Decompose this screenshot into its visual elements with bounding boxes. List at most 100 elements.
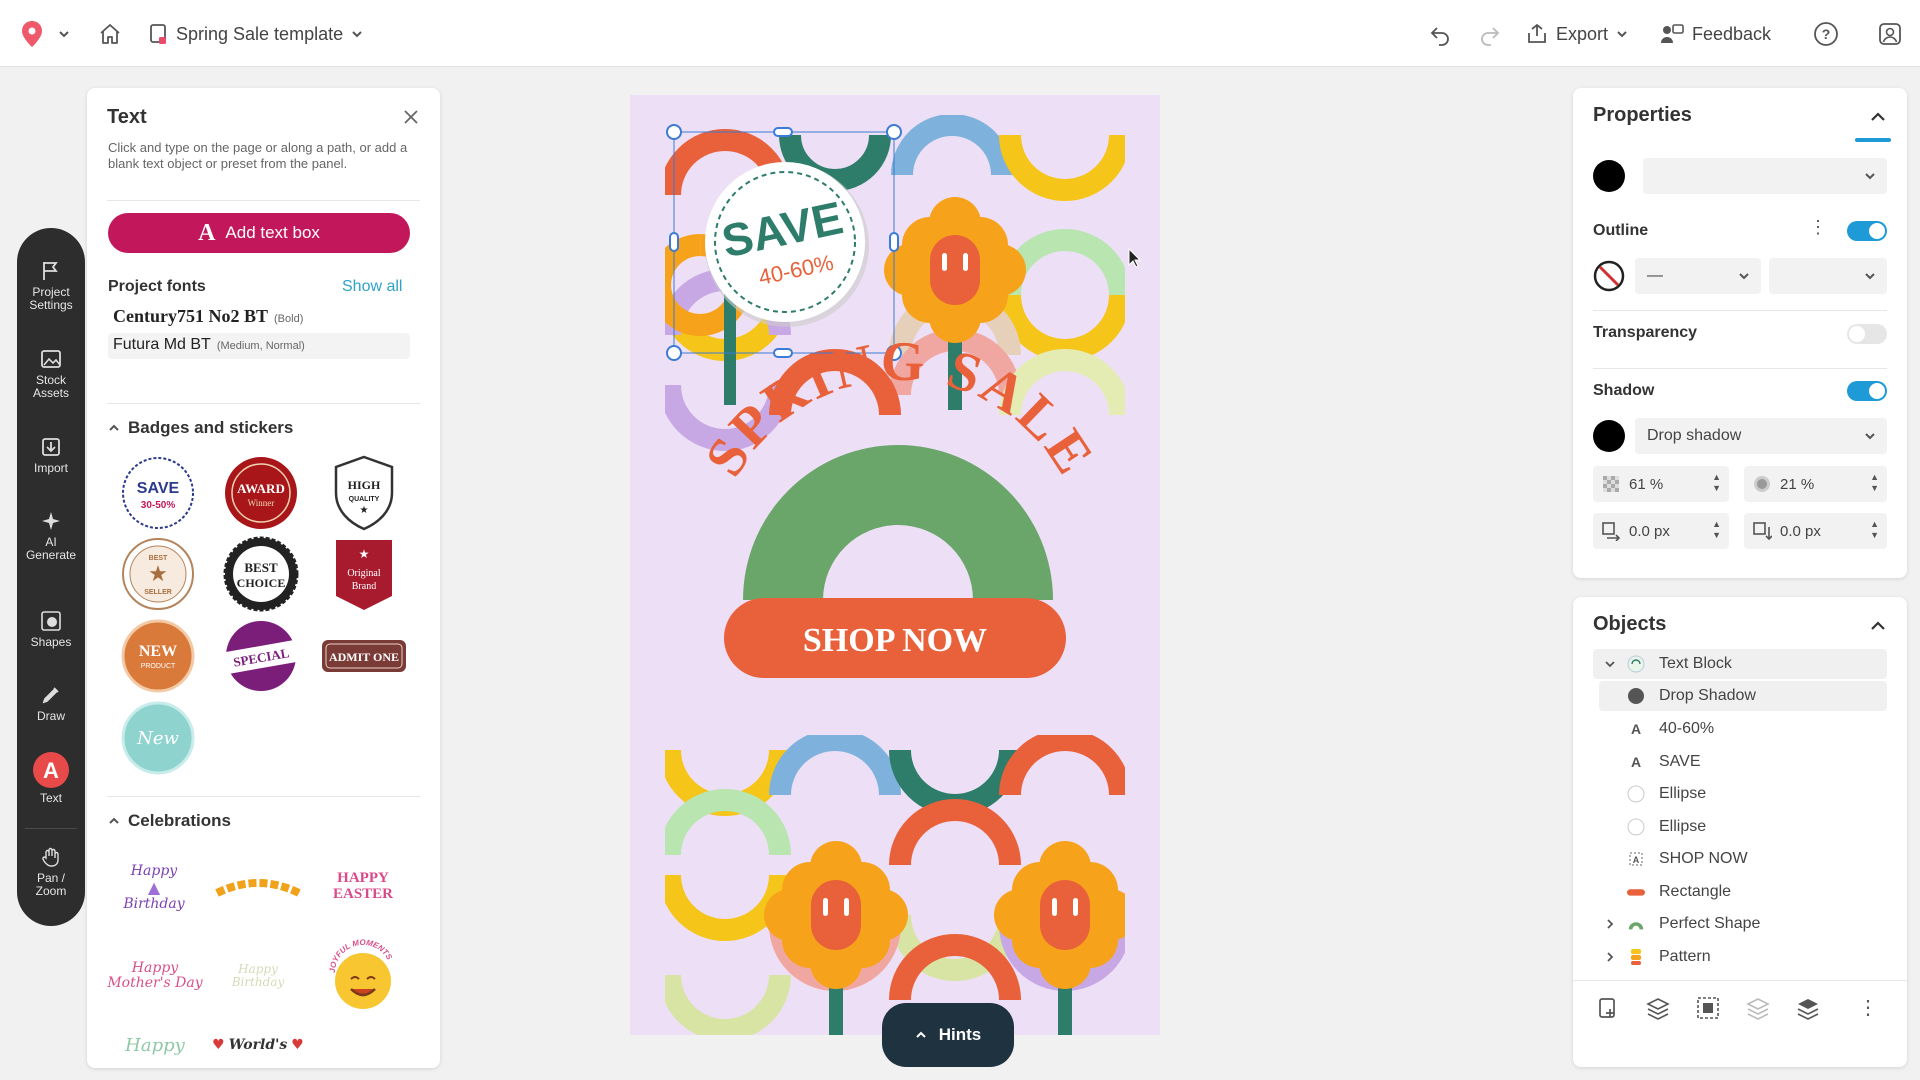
chevron-down-icon[interactable] (1603, 657, 1617, 671)
add-page-icon[interactable] (1595, 995, 1621, 1021)
badge-award[interactable]: AWARD Winner (221, 453, 301, 533)
font-item[interactable]: Futura Md BT (Medium, Normal) (108, 333, 410, 359)
shadow-toggle[interactable] (1847, 381, 1887, 401)
badge-best-seller[interactable]: ★ BEST SELLER (118, 534, 198, 614)
help-icon[interactable]: ? (1813, 21, 1839, 47)
more-options-icon[interactable]: ⋮ (1809, 218, 1827, 242)
badge-new-script[interactable]: New (118, 698, 198, 778)
sticker-congrats[interactable] (212, 863, 304, 913)
template-selector[interactable]: Spring Sale template (148, 18, 363, 50)
chevron-down-icon[interactable] (58, 28, 70, 40)
objects-title: Objects (1593, 613, 1667, 635)
more-options-icon[interactable]: ⋮ (1855, 995, 1881, 1021)
celebrations-section-header[interactable]: Celebrations (108, 811, 231, 831)
stepper-arrows-icon[interactable]: ▲ ▼ (1712, 519, 1721, 541)
outline-toggle[interactable] (1847, 221, 1887, 241)
blur-icon (1744, 474, 1780, 494)
account-icon[interactable] (1877, 21, 1903, 47)
sticker-happy-birthday-2[interactable]: Happy Birthday (212, 936, 304, 1016)
stepper-arrows-icon[interactable]: ▲ ▼ (1870, 519, 1879, 541)
show-all-link[interactable]: Show all (342, 278, 402, 296)
badge-text: NEW (139, 643, 177, 660)
badge-admit-one[interactable]: ADMIT ONE (320, 616, 408, 696)
fill-type-dropdown[interactable] (1643, 158, 1887, 194)
shadow-opacity-stepper[interactable]: 61 % ▲ ▼ (1593, 466, 1729, 502)
sticker-happy-mothers-day[interactable]: Happy Mother's Day (105, 936, 205, 1016)
fill-color-swatch[interactable] (1593, 160, 1625, 192)
feedback-button[interactable]: Feedback (1660, 18, 1771, 50)
stepper-arrows-icon[interactable]: ▲ ▼ (1870, 472, 1879, 494)
badge-original-brand[interactable]: ★ Original Brand (324, 534, 404, 614)
badge-save[interactable]: SAVE 30-50% (118, 453, 198, 533)
object-row[interactable]: Ellipse (1599, 779, 1887, 809)
save-badge[interactable]: SAVE 40-60% (705, 162, 869, 327)
chevron-right-icon[interactable] (1603, 950, 1617, 964)
badge-text: PRODUCT (141, 663, 176, 670)
font-item[interactable]: Century751 No2 BT (Bold) (108, 303, 410, 329)
object-row-selected[interactable]: Drop Shadow (1599, 681, 1887, 711)
hints-button[interactable]: Hints (882, 1003, 1014, 1067)
shadow-y-stepper[interactable]: 0.0 px ▲ ▼ (1744, 513, 1887, 549)
export-button[interactable]: Export (1526, 18, 1628, 50)
shadow-x-stepper[interactable]: 0.0 px ▲ ▼ (1593, 513, 1729, 549)
chevron-up-icon[interactable] (1867, 106, 1889, 128)
add-text-box-button[interactable]: A Add text box (108, 213, 410, 253)
stepper-arrows-icon[interactable]: ▲ ▼ (1712, 472, 1721, 494)
object-row[interactable]: Rectangle (1593, 877, 1887, 907)
outline-width-dropdown[interactable] (1769, 258, 1887, 294)
tool-stock-assets[interactable]: Stock Assets (17, 348, 85, 400)
object-row[interactable]: Pattern (1593, 942, 1887, 972)
badge-text: BEST (149, 555, 168, 562)
design-canvas[interactable]: SAVE 40-60% SPRING SALE SHOP NOW (630, 95, 1160, 1035)
object-row[interactable]: Perfect Shape (1593, 909, 1887, 939)
chevron-up-icon[interactable] (1867, 615, 1889, 637)
tool-label: Shapes (30, 635, 72, 649)
divider (1593, 310, 1887, 311)
shadow-type-dropdown[interactable]: Drop shadow (1635, 418, 1887, 454)
transparency-toggle[interactable] (1847, 324, 1887, 344)
outline-style-dropdown[interactable]: — (1635, 258, 1761, 294)
object-row[interactable]: Text Block (1593, 649, 1887, 679)
badge-high-quality[interactable]: HIGH QUALITY ★ (324, 453, 404, 533)
badge-special[interactable]: SPECIAL (221, 616, 301, 696)
layers-disabled-icon[interactable] (1745, 995, 1771, 1021)
badge-new-product[interactable]: NEW PRODUCT (118, 616, 198, 696)
app-logo-icon[interactable] (20, 20, 44, 48)
tool-project-settings[interactable]: Project Settings (17, 260, 85, 312)
sticker-joyful-moments[interactable]: JOYFUL MOMENTS (315, 933, 411, 1017)
chevron-right-icon[interactable] (1603, 917, 1617, 931)
tool-text[interactable]: A Text (17, 752, 85, 805)
sticker-happy-easter[interactable]: HAPPY EASTER (315, 858, 411, 914)
tool-pan-zoom[interactable]: Pan / Zoom (17, 846, 85, 898)
chevron-down-icon (352, 31, 362, 38)
home-icon[interactable] (98, 22, 122, 46)
layers-icon[interactable] (1795, 995, 1821, 1021)
close-icon[interactable] (400, 106, 422, 128)
sticker-worlds[interactable]: ♥ World's ♥ (212, 1026, 304, 1066)
hints-label: Hints (938, 1025, 982, 1044)
object-row[interactable]: A SAVE (1599, 747, 1887, 777)
tool-ai-generate[interactable]: AI Generate (17, 510, 85, 562)
shadow-dot-icon (1627, 687, 1645, 705)
object-row[interactable]: Ellipse (1599, 812, 1887, 842)
group-select-icon[interactable] (1695, 995, 1721, 1021)
redo-icon[interactable] (1478, 22, 1502, 46)
sticker-happy-3[interactable]: Happy (109, 1026, 201, 1066)
no-color-icon[interactable] (1593, 260, 1625, 292)
add-layer-icon[interactable] (1645, 995, 1671, 1021)
shadow-color-swatch[interactable] (1593, 420, 1625, 452)
sticker-text: HAPPY (337, 869, 389, 886)
left-toolbar: Project Settings Stock Assets Import AI … (17, 228, 85, 926)
tool-draw[interactable]: Draw (17, 684, 85, 723)
object-row[interactable]: A SHOP NOW (1593, 844, 1887, 874)
shadow-blur-stepper[interactable]: 21 % ▲ ▼ (1744, 466, 1887, 502)
object-row[interactable]: A 40-60% (1599, 714, 1887, 744)
shadow-blur-value: 21 % (1780, 475, 1815, 493)
badge-best-choice[interactable]: BEST CHOICE (221, 534, 301, 614)
undo-icon[interactable] (1428, 22, 1452, 46)
sticker-happy-birthday[interactable]: Happy ▲ Birthday (109, 848, 199, 928)
tool-shapes[interactable]: Shapes (17, 610, 85, 649)
tool-import[interactable]: Import (17, 436, 85, 475)
perfect-shape-arch[interactable] (743, 445, 1053, 600)
badges-section-header[interactable]: Badges and stickers (108, 418, 293, 438)
